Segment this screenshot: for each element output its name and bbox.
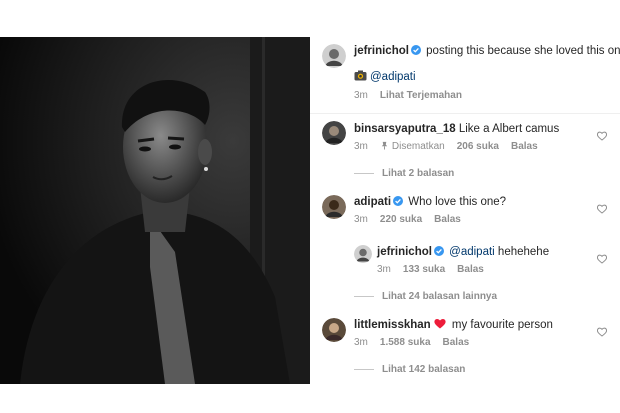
- comment-text: Who love this one?: [408, 196, 507, 208]
- view-replies-button[interactable]: Lihat 142 balasan: [354, 363, 465, 376]
- reply-button[interactable]: Balas: [443, 337, 470, 348]
- heart-outline-icon: [597, 254, 607, 264]
- comment-time[interactable]: 3m: [354, 337, 368, 348]
- post-time[interactable]: 3m: [354, 90, 368, 101]
- heart-outline-icon: [597, 327, 607, 337]
- comment-body: binsarsyaputra_18 Like a Albert camus: [354, 122, 559, 137]
- comment-likes[interactable]: 1.588 suka: [380, 337, 431, 348]
- pinned-label: Disematkan: [391, 141, 445, 152]
- comment-body: littlemisskhan my favourite person: [354, 318, 553, 333]
- comment-text: Like a Albert camus: [458, 123, 560, 135]
- caption-divider: [310, 113, 620, 114]
- comment-time[interactable]: 3m: [354, 141, 368, 152]
- comment-meta: 3m 1.588 suka Balas: [354, 336, 481, 349]
- reply-avatar-jefrinichol[interactable]: [354, 245, 372, 263]
- reply-button[interactable]: Balas: [457, 264, 484, 275]
- like-comment-button[interactable]: [597, 327, 607, 337]
- view-more-replies-button[interactable]: Lihat 24 balasan lainnya: [354, 290, 497, 303]
- reply-username[interactable]: jefrinichol: [377, 246, 432, 258]
- post-credit: @adipati: [354, 70, 416, 85]
- post-author-username[interactable]: jefrinichol: [354, 45, 409, 57]
- reply-time[interactable]: 3m: [377, 264, 391, 275]
- verified-badge-icon: [410, 45, 421, 55]
- comment-avatar-adipati[interactable]: [322, 195, 346, 219]
- comment-avatar-binsarsyaputra[interactable]: [322, 121, 346, 145]
- comment-likes[interactable]: 206 suka: [457, 141, 499, 152]
- comment-time[interactable]: 3m: [354, 214, 368, 225]
- comment-username[interactable]: binsarsyaputra_18: [354, 123, 456, 135]
- post-photo-image: [0, 37, 310, 384]
- view-replies-button[interactable]: Lihat 2 balasan: [354, 167, 454, 180]
- reply-meta: 3m 133 suka Balas: [377, 263, 496, 276]
- pin-icon: [381, 141, 388, 150]
- verified-badge-icon: [393, 196, 404, 206]
- reply-text: hehehehe: [497, 246, 550, 258]
- red-heart-emoji-icon: [434, 318, 446, 329]
- post-author-avatar[interactable]: [322, 44, 346, 68]
- reply-likes[interactable]: 133 suka: [403, 264, 445, 275]
- like-comment-button[interactable]: [597, 131, 607, 141]
- like-reply-button[interactable]: [597, 254, 607, 264]
- comment-avatar-littlemisskhan[interactable]: [322, 318, 346, 342]
- heart-outline-icon: [597, 131, 607, 141]
- comment-body: adipati Who love this one?: [354, 195, 506, 210]
- comment-username[interactable]: adipati: [354, 196, 391, 208]
- post-caption: jefrinichol posting this because she lov…: [354, 44, 620, 59]
- comment-likes[interactable]: 220 suka: [380, 214, 422, 225]
- verified-badge-icon: [433, 246, 444, 256]
- reply-body: jefrinichol @adipati hehehehe: [377, 245, 549, 260]
- comment-meta: 3m 220 suka Balas: [354, 213, 473, 226]
- see-translation-button[interactable]: Lihat Terjemahan: [380, 90, 462, 101]
- heart-outline-icon: [597, 204, 607, 214]
- credit-mention-link[interactable]: @adipati: [370, 71, 416, 83]
- like-comment-button[interactable]: [597, 204, 607, 214]
- reply-mention-link[interactable]: @adipati: [449, 246, 495, 258]
- comment-username[interactable]: littlemisskhan: [354, 319, 431, 331]
- comment-meta: 3m Disematkan 206 suka Balas: [354, 140, 550, 153]
- post-caption-text: posting this because she loved this one: [426, 45, 620, 57]
- comment-text: my favourite person: [451, 319, 553, 331]
- camera-emoji-icon: [354, 70, 367, 81]
- post-photo: [0, 37, 310, 384]
- post-meta: 3m Lihat Terjemahan: [354, 89, 474, 102]
- reply-button[interactable]: Balas: [511, 141, 538, 152]
- reply-button[interactable]: Balas: [434, 214, 461, 225]
